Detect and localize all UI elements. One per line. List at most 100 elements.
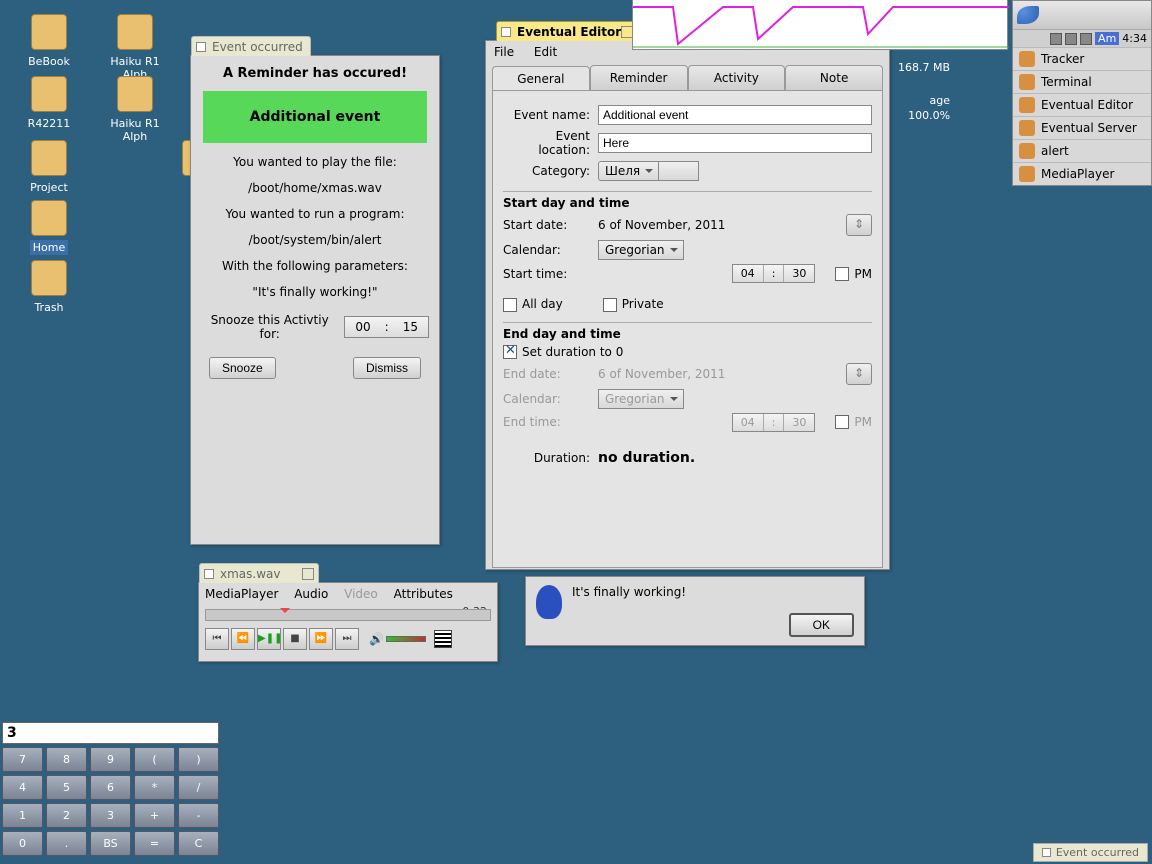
event-name-label: Event name: [503, 108, 598, 122]
snooze-button[interactable]: Snooze [209, 357, 276, 379]
calc-key-3[interactable]: 3 [90, 803, 131, 828]
clock[interactable]: 4:34 [1122, 32, 1147, 45]
calc-key-([interactable]: ( [134, 747, 175, 772]
calc-key-7[interactable]: 7 [2, 747, 43, 772]
calc-key-/[interactable]: / [178, 775, 219, 800]
tab-reminder[interactable]: Reminder [590, 65, 688, 90]
play-path: /boot/home/xmas.wav [201, 181, 429, 195]
deskbar-leaf[interactable] [1013, 1, 1151, 29]
date-picker-button[interactable]: ⇕ [846, 214, 872, 236]
app-icon [1019, 166, 1035, 182]
set-duration-0-check[interactable] [503, 345, 517, 359]
editor-titlebar[interactable]: Eventual Editor [496, 21, 638, 41]
folder-icon [117, 14, 153, 50]
media-titlebar[interactable]: xmas.wav [199, 563, 319, 583]
close-icon[interactable] [501, 27, 511, 37]
app-icon [1019, 97, 1035, 113]
desktop-icon-haiku-r1-alph[interactable]: Haiku R1 Alph [100, 14, 170, 82]
close-icon[interactable] [196, 42, 206, 52]
keyboard-indicator[interactable]: Am [1095, 32, 1119, 45]
menu-file[interactable]: File [494, 45, 514, 59]
desktop-icon-bebook[interactable]: BeBook [14, 14, 84, 69]
start-cal-label: Calendar: [503, 243, 598, 257]
calc-display[interactable]: 3 [2, 722, 219, 744]
volume-icon[interactable]: 🔊 [369, 632, 384, 646]
forward-button[interactable]: ⏩ [309, 628, 333, 650]
desktop-icon-r42211[interactable]: R42211 [14, 76, 84, 131]
event-loc-label: Event location: [503, 129, 598, 157]
start-time-field[interactable]: 04:30 [732, 264, 816, 283]
calc-key-*[interactable]: * [134, 775, 175, 800]
menu-mediaplayer[interactable]: MediaPlayer [205, 587, 278, 601]
private-check[interactable] [603, 298, 617, 312]
mediaplayer-window: xmas.wav MediaPlayer Audio Video Attribu… [198, 582, 498, 662]
skip-back-button[interactable]: ⏮ [205, 628, 229, 650]
tab-note[interactable]: Note [785, 65, 883, 90]
deskbar-item-eventual-server[interactable]: Eventual Server [1013, 116, 1151, 139]
calc-key-.[interactable]: . [46, 831, 87, 856]
deskbar-item-alert[interactable]: alert [1013, 139, 1151, 162]
folder-icon [31, 200, 67, 236]
calc-key-BS[interactable]: BS [90, 831, 131, 856]
calc-key-6[interactable]: 6 [90, 775, 131, 800]
desktop-icon-haiku-r1-alph[interactable]: Haiku R1 Alph [100, 76, 170, 144]
end-heading: End day and time [503, 327, 872, 341]
calc-key-C[interactable]: C [178, 831, 219, 856]
skip-fwd-button[interactable]: ⏭ [335, 628, 359, 650]
calc-key-+[interactable]: + [134, 803, 175, 828]
start-cal-dropdown[interactable]: Gregorian [598, 240, 684, 260]
rewind-button[interactable]: ⏪ [231, 628, 255, 650]
menu-audio[interactable]: Audio [294, 587, 328, 601]
category-dropdown[interactable]: Шеля [598, 161, 699, 181]
calc-key-8[interactable]: 8 [46, 747, 87, 772]
reminder-titlebar[interactable]: Event occurred [191, 36, 311, 56]
tab-activity[interactable]: Activity [688, 65, 786, 90]
deskbar-item-mediaplayer[interactable]: MediaPlayer [1013, 162, 1151, 185]
event-loc-input[interactable] [598, 133, 872, 153]
start-date-label: Start date: [503, 218, 598, 232]
minimized-tab[interactable]: Event occurred [1033, 843, 1148, 862]
ok-button[interactable]: OK [789, 613, 854, 637]
deskbar-item-eventual-editor[interactable]: Eventual Editor [1013, 93, 1151, 116]
calc-key-=[interactable]: = [134, 831, 175, 856]
menu-edit[interactable]: Edit [534, 45, 557, 59]
params-value: "It's finally working!" [201, 285, 429, 299]
peak-meter-icon [434, 630, 452, 648]
window-title: Eventual Editor [517, 25, 621, 39]
allday-check[interactable] [503, 298, 517, 312]
seek-marker-icon[interactable] [280, 608, 290, 618]
close-icon[interactable] [1042, 848, 1051, 857]
desktop-icon-home[interactable]: Home [14, 200, 84, 255]
start-date-value: 6 of November, 2011 [598, 218, 846, 232]
close-icon[interactable] [204, 569, 214, 579]
tray-icon[interactable] [1080, 33, 1092, 45]
play-button[interactable]: ▶❚❚ [257, 628, 281, 650]
menu-attrs[interactable]: Attributes [394, 587, 453, 601]
snooze-min[interactable]: 15 [393, 317, 428, 337]
seek-bar[interactable] [205, 609, 491, 621]
tray-icon[interactable] [1065, 33, 1077, 45]
calc-key-1[interactable]: 1 [2, 803, 43, 828]
calc-key-0[interactable]: 0 [2, 831, 43, 856]
editor-window: Eventual Editor File Edit General Remind… [485, 40, 890, 570]
calc-key-9[interactable]: 9 [90, 747, 131, 772]
dismiss-button[interactable]: Dismiss [353, 357, 421, 379]
calc-key-)[interactable]: ) [178, 747, 219, 772]
tray-icon[interactable] [1050, 33, 1062, 45]
calc-key-2[interactable]: 2 [46, 803, 87, 828]
deskbar-item-terminal[interactable]: Terminal [1013, 70, 1151, 93]
volume-slider[interactable] [386, 636, 426, 642]
start-pm-check[interactable] [835, 267, 849, 281]
event-name-input[interactable] [598, 105, 872, 125]
desktop-icon-trash[interactable]: Trash [14, 260, 84, 315]
deskbar-item-tracker[interactable]: Tracker [1013, 47, 1151, 70]
zoom-icon[interactable] [302, 568, 314, 580]
tab-general[interactable]: General [492, 66, 590, 91]
calc-key--[interactable]: - [178, 803, 219, 828]
reminder-window: Event occurred A Reminder has occured! A… [190, 55, 440, 545]
calc-key-4[interactable]: 4 [2, 775, 43, 800]
calc-key-5[interactable]: 5 [46, 775, 87, 800]
desktop-icon-project[interactable]: Project [14, 140, 84, 195]
snooze-hour[interactable]: 00 [345, 317, 380, 337]
stop-button[interactable]: ■ [283, 628, 307, 650]
